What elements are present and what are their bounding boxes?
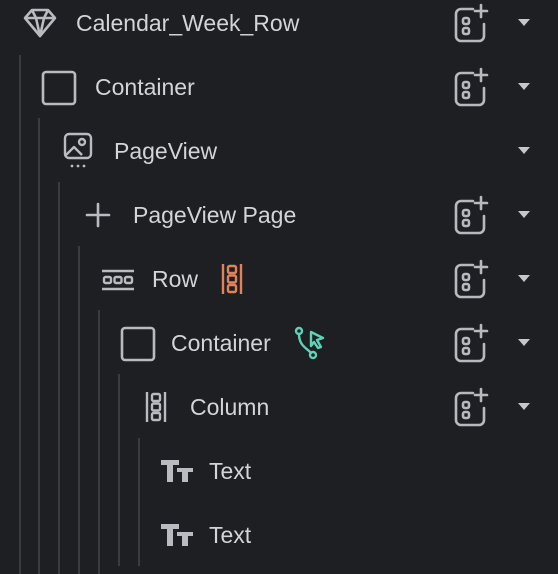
tree-item-label: Row [152,266,199,292]
chevron-down-icon[interactable] [515,78,533,96]
tree-item-row[interactable]: Row [0,247,558,311]
add-child-icon[interactable] [452,1,490,45]
add-child-icon[interactable] [452,257,490,301]
tree-item-label: Text [209,522,252,548]
add-child-icon[interactable] [452,193,490,237]
chevron-down-icon[interactable] [515,14,533,32]
tree-item-label: PageView Page [133,202,297,228]
tree-item-container-nested[interactable]: Container [0,311,558,375]
chevron-down-icon[interactable] [515,270,533,288]
add-child-icon[interactable] [452,385,490,429]
chevron-down-icon[interactable] [515,142,533,160]
action-cursor-badge-icon [293,326,327,360]
plus-icon [84,201,112,229]
tree-item-label: PageView [114,138,218,164]
tree-item-column[interactable]: Column [0,375,558,439]
tree-item-container[interactable]: Container [0,55,558,119]
chevron-down-icon[interactable] [515,334,533,352]
pageview-image-icon [62,131,96,171]
tree-item-text[interactable]: Text [0,503,558,567]
row-icon [101,267,135,293]
tree-item-label: Column [190,394,270,420]
tree-item-label: Text [209,458,252,484]
add-child-icon[interactable] [452,65,490,109]
tree-item-pageview[interactable]: PageView [0,119,558,183]
column-icon [143,390,169,424]
tree-item-pageview-page[interactable]: PageView Page [0,183,558,247]
container-square-icon [40,69,78,107]
widget-tree: Calendar_Week_Row Container PageView Pag… [0,0,558,574]
column-layout-badge-icon [219,262,245,296]
tree-item-calendar-week-row[interactable]: Calendar_Week_Row [0,0,558,55]
text-icon [160,522,194,548]
tree-item-label: Container [171,330,271,356]
tree-item-text[interactable]: Text [0,439,558,503]
chevron-down-icon[interactable] [515,398,533,416]
text-icon [160,458,194,484]
tree-item-label: Calendar_Week_Row [76,10,300,36]
tree-item-label: Container [95,74,195,100]
add-child-icon[interactable] [452,321,490,365]
chevron-down-icon[interactable] [515,206,533,224]
container-square-icon [119,325,157,363]
component-diamond-icon [22,5,58,41]
